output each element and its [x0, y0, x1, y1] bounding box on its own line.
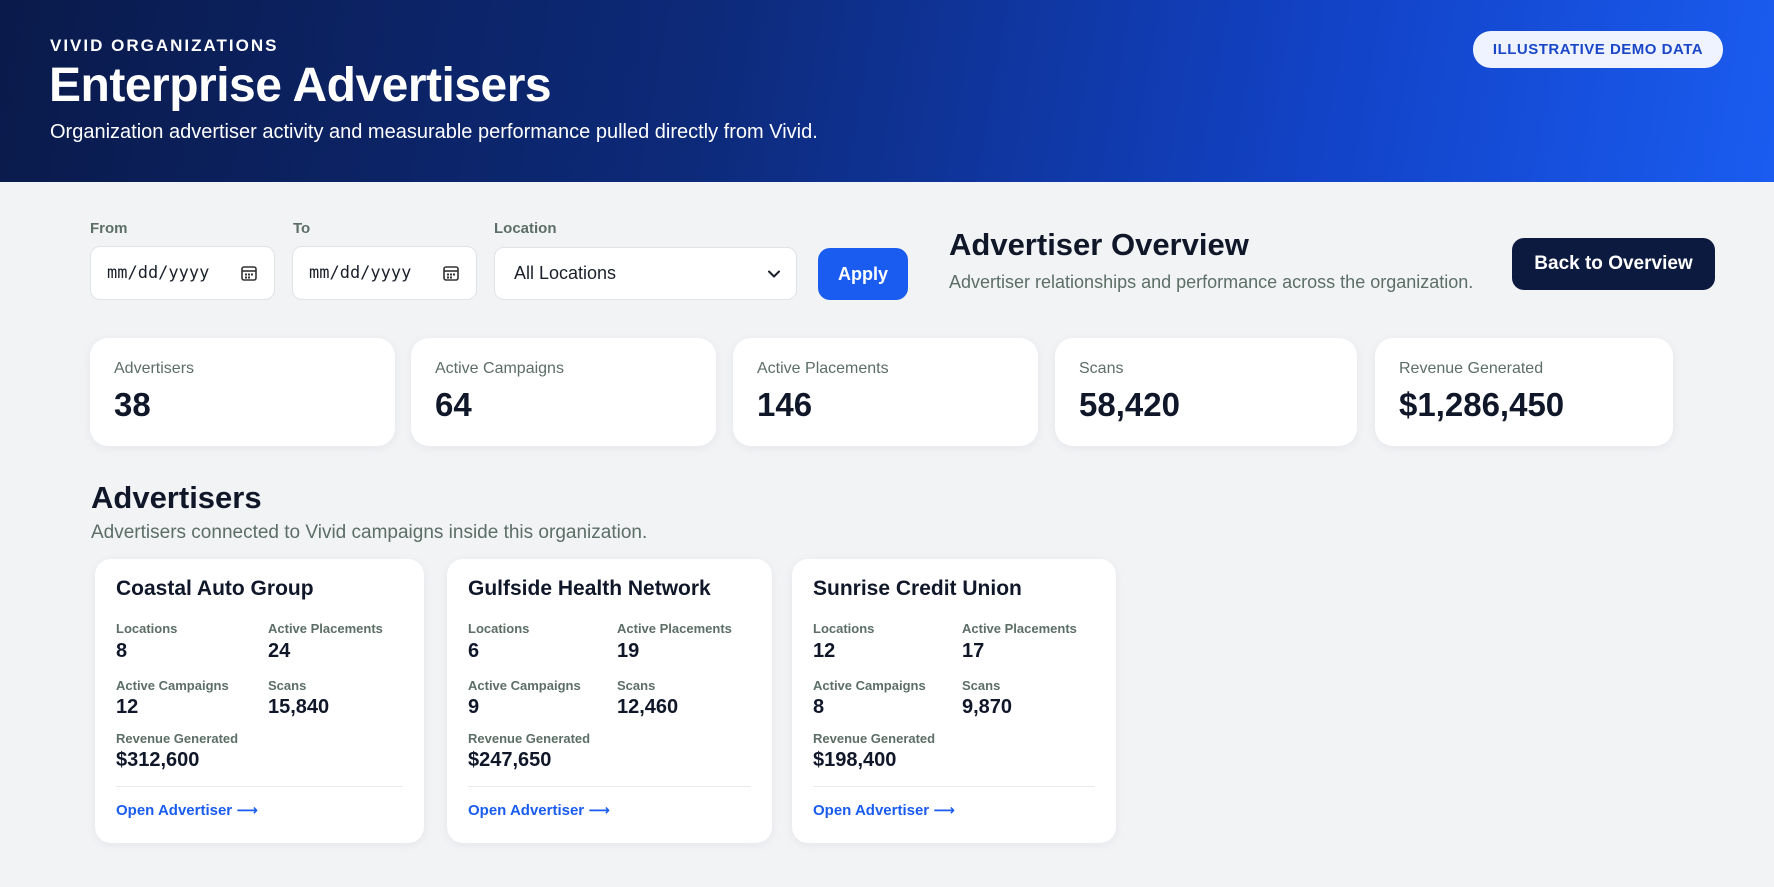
- metric-value-scans: 15,840: [268, 696, 330, 718]
- metric-label-revenue: Revenue Generated: [813, 731, 936, 746]
- back-to-overview-button[interactable]: Back to Overview: [1512, 238, 1715, 290]
- kpi-label: Active Campaigns: [435, 360, 564, 377]
- from-date-input[interactable]: mm/dd/yyyy: [90, 246, 275, 300]
- to-label: To: [293, 220, 311, 237]
- metric-label-revenue: Revenue Generated: [468, 731, 591, 746]
- apply-button[interactable]: Apply: [818, 248, 908, 300]
- metric-value-active-placements: 17: [962, 640, 985, 662]
- kpi-value: $1,286,450: [1399, 386, 1565, 423]
- kpi-label: Active Placements: [757, 360, 889, 377]
- metric-label-scans: Scans: [617, 678, 656, 693]
- from-label: From: [90, 220, 128, 237]
- demo-data-badge: ILLUSTRATIVE DEMO DATA: [1473, 31, 1723, 68]
- metric-label-active-campaigns: Active Campaigns: [116, 678, 229, 693]
- to-date-input[interactable]: mm/dd/yyyy: [292, 246, 477, 300]
- metric-value-revenue: $198,400: [813, 749, 897, 771]
- metric-label-scans: Scans: [962, 678, 1001, 693]
- card-divider: [468, 786, 751, 787]
- metric-value-active-campaigns: 9: [468, 696, 480, 718]
- overview-subtitle: Advertiser relationships and performance…: [949, 272, 1474, 292]
- metric-value-active-campaigns: 12: [116, 696, 139, 718]
- advertiser-name: Sunrise Credit Union: [813, 577, 1022, 600]
- advertiser-card: Gulfside Health Network Locations 6 Acti…: [447, 559, 772, 843]
- page-header: VIVID ORGANIZATIONS Enterprise Advertise…: [0, 0, 1774, 182]
- metric-value-scans: 12,460: [617, 696, 679, 718]
- chevron-down-icon: [768, 270, 780, 277]
- metric-label-active-placements: Active Placements: [268, 621, 383, 636]
- metric-label-active-placements: Active Placements: [962, 621, 1077, 636]
- kpi-card-active-placements: Active Placements 146: [733, 338, 1038, 446]
- advertiser-name: Coastal Auto Group: [116, 577, 314, 600]
- to-date-value: mm/dd/yyyy: [309, 263, 412, 283]
- card-divider: [813, 786, 1095, 787]
- kpi-value: 38: [114, 386, 151, 423]
- overview-title: Advertiser Overview: [949, 227, 1249, 262]
- metric-value-revenue: $247,650: [468, 749, 552, 771]
- metric-label-locations: Locations: [813, 621, 875, 636]
- page-subtitle: Organization advertiser activity and mea…: [50, 121, 818, 143]
- metric-value-locations: 8: [116, 640, 128, 662]
- from-date-value: mm/dd/yyyy: [107, 263, 210, 283]
- card-divider: [116, 786, 403, 787]
- calendar-icon[interactable]: [442, 264, 460, 282]
- advertiser-name: Gulfside Health Network: [468, 577, 711, 600]
- kpi-value: 64: [435, 386, 472, 423]
- metric-value-scans: 9,870: [962, 696, 1013, 718]
- advertisers-section-title: Advertisers: [91, 480, 262, 515]
- kpi-value: 58,420: [1079, 386, 1180, 423]
- metric-value-active-placements: 19: [617, 640, 640, 662]
- location-select-value: All Locations: [514, 263, 617, 283]
- kpi-value: 146: [757, 386, 813, 423]
- metric-label-active-campaigns: Active Campaigns: [468, 678, 581, 693]
- kpi-card-revenue: Revenue Generated $1,286,450: [1375, 338, 1673, 446]
- metric-label-revenue: Revenue Generated: [116, 731, 239, 746]
- calendar-icon[interactable]: [240, 264, 258, 282]
- org-eyebrow: VIVID ORGANIZATIONS: [50, 36, 279, 55]
- metric-value-active-campaigns: 8: [813, 696, 825, 718]
- metric-label-active-placements: Active Placements: [617, 621, 732, 636]
- metric-label-locations: Locations: [468, 621, 530, 636]
- metric-value-active-placements: 24: [268, 640, 291, 662]
- kpi-label: Scans: [1079, 360, 1124, 377]
- location-select[interactable]: All Locations: [494, 247, 797, 300]
- advertiser-card: Sunrise Credit Union Locations 12 Active…: [792, 559, 1116, 843]
- kpi-card-scans: Scans 58,420: [1055, 338, 1357, 446]
- metric-label-locations: Locations: [116, 621, 178, 636]
- open-advertiser-link[interactable]: Open Advertiser ⟶: [468, 801, 610, 819]
- kpi-label: Advertisers: [114, 360, 195, 377]
- advertiser-card: Coastal Auto Group Locations 8 Active Pl…: [95, 559, 424, 843]
- open-advertiser-link[interactable]: Open Advertiser ⟶: [813, 801, 955, 819]
- metric-label-scans: Scans: [268, 678, 307, 693]
- kpi-card-active-campaigns: Active Campaigns 64: [411, 338, 716, 446]
- metric-value-locations: 12: [813, 640, 836, 662]
- location-label: Location: [494, 220, 557, 237]
- metric-value-revenue: $312,600: [116, 749, 200, 771]
- page-title: Enterprise Advertisers: [49, 59, 552, 112]
- metric-value-locations: 6: [468, 640, 480, 662]
- kpi-card-advertisers: Advertisers 38: [90, 338, 395, 446]
- open-advertiser-link[interactable]: Open Advertiser ⟶: [116, 801, 258, 819]
- advertisers-section-subtitle: Advertisers connected to Vivid campaigns…: [91, 522, 648, 543]
- metric-label-active-campaigns: Active Campaigns: [813, 678, 926, 693]
- kpi-label: Revenue Generated: [1399, 360, 1544, 377]
